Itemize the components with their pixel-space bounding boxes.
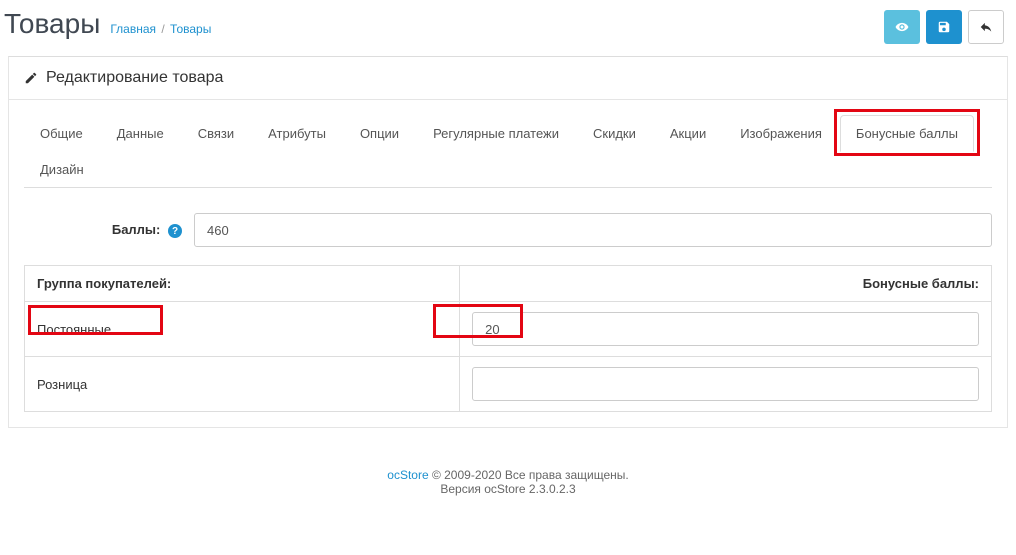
tab-reward[interactable]: Бонусные баллы [840,115,974,152]
save-button[interactable] [926,10,962,44]
eye-icon [895,20,909,34]
points-label: Баллы: ? [24,222,194,239]
view-button[interactable] [884,10,920,44]
breadcrumb-current[interactable]: Товары [170,22,211,36]
footer: ocStore © 2009-2020 Все права защищены. … [0,428,1016,506]
save-icon [937,20,951,34]
table-row: Постоянные [25,302,992,357]
points-input[interactable] [194,213,992,247]
nav-tabs: Общие Данные Связи Атрибуты Опции Регуля… [24,115,992,188]
panel: Редактирование товара Общие Данные Связи… [8,56,1008,428]
footer-copyright: © 2009-2020 Все права защищены. [429,468,629,482]
reward-table: Группа покупателей: Бонусные баллы: Пост… [24,265,992,412]
reply-icon [979,20,993,34]
tab-discount[interactable]: Скидки [577,115,652,152]
group-name: Розница [37,377,87,392]
tab-attribute[interactable]: Атрибуты [252,115,342,152]
tab-design[interactable]: Дизайн [24,151,100,188]
footer-version: Версия ocStore 2.3.0.2.3 [0,482,1016,496]
panel-heading: Редактирование товара [9,57,1007,100]
tab-recurring[interactable]: Регулярные платежи [417,115,575,152]
tab-special[interactable]: Акции [654,115,722,152]
help-icon[interactable]: ? [168,224,182,238]
tab-general[interactable]: Общие [24,115,99,152]
footer-link[interactable]: ocStore [387,468,428,482]
group-points-input[interactable] [472,367,979,401]
pencil-icon [24,71,38,85]
back-button[interactable] [968,10,1004,44]
group-name: Постоянные [37,322,111,337]
th-group: Группа покупателей: [25,266,460,302]
group-points-input[interactable] [472,312,979,346]
tab-data[interactable]: Данные [101,115,180,152]
tab-image[interactable]: Изображения [724,115,838,152]
panel-title: Редактирование товара [46,69,223,87]
tab-links[interactable]: Связи [182,115,250,152]
breadcrumb-sep: / [161,22,164,36]
table-row: Розница [25,357,992,412]
page-title: Товары [4,8,100,40]
tab-option[interactable]: Опции [344,115,415,152]
breadcrumb: Главная / Товары [110,22,211,36]
th-points: Бонусные баллы: [460,266,992,302]
breadcrumb-home[interactable]: Главная [110,22,156,36]
